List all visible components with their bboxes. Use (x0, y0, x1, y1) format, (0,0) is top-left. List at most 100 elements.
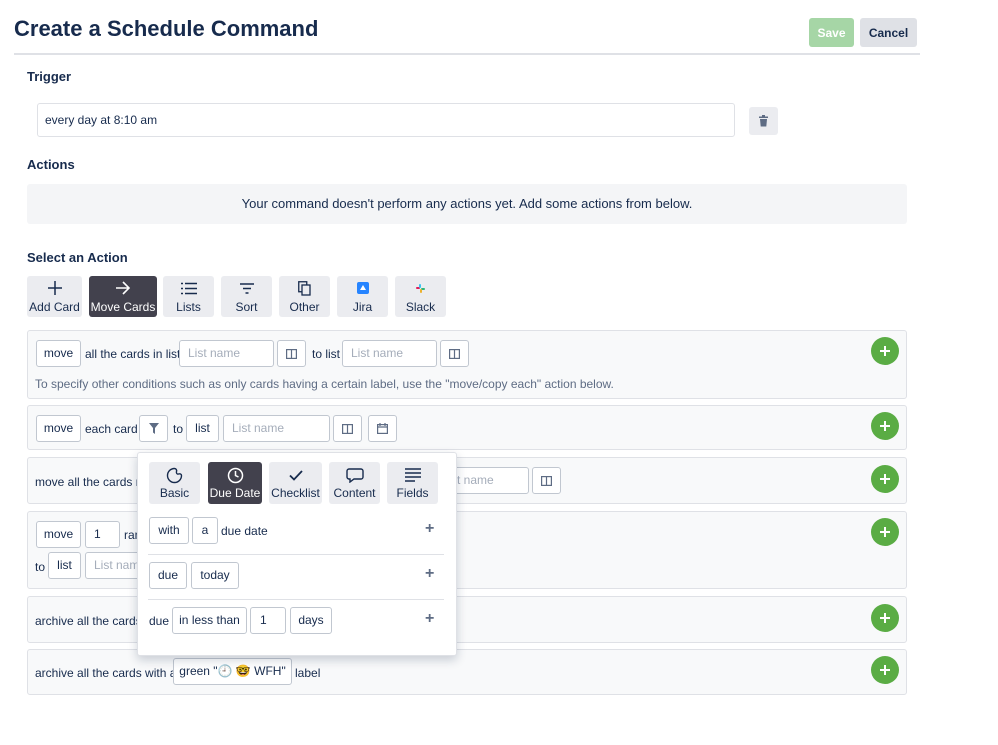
plus-icon (880, 665, 890, 675)
target-list-input[interactable]: List name (342, 340, 437, 367)
tab-sort[interactable]: Sort (221, 276, 272, 317)
add-action-button[interactable] (871, 465, 899, 493)
due-select[interactable]: due (149, 562, 187, 589)
filter-button[interactable] (139, 415, 168, 442)
tab-label: Move Cards (90, 299, 156, 314)
board-picker-button[interactable] (440, 340, 469, 367)
destination-type-select[interactable]: list (186, 415, 219, 442)
board-picker-button[interactable] (277, 340, 306, 367)
destination-type-select[interactable]: list (48, 552, 81, 579)
tab-label: Jira (352, 299, 373, 314)
popup-tab-label: Content (333, 486, 376, 500)
add-filter-plus-icon[interactable]: + (425, 610, 434, 628)
board-picker-button[interactable] (333, 415, 362, 442)
plus-icon (47, 280, 62, 297)
move-verb-select[interactable]: move (36, 521, 81, 548)
move-verb-select[interactable]: move (36, 415, 81, 442)
divider (148, 554, 444, 555)
comment-icon (345, 466, 364, 484)
actions-empty-message: Your command doesn't perform any actions… (27, 184, 907, 224)
add-filter-plus-icon[interactable]: + (425, 520, 434, 538)
divider (148, 599, 444, 600)
calendar-icon (377, 423, 388, 434)
filter-icon (148, 423, 159, 434)
columns-icon (286, 348, 297, 359)
plus-icon (880, 613, 890, 623)
due-when-select[interactable]: today (191, 562, 239, 589)
popup-row-text: due (149, 614, 170, 628)
row-text: archive all the cards with a (35, 666, 177, 680)
add-action-button[interactable] (871, 337, 899, 365)
add-action-button[interactable] (871, 604, 899, 632)
tab-slack[interactable]: Slack (395, 276, 446, 317)
row-note: To specify other conditions such as only… (35, 377, 614, 391)
row-text: all the cards in list (85, 347, 181, 361)
popup-tab-content[interactable]: Content (329, 462, 380, 504)
header-divider (14, 53, 920, 55)
slack-icon (415, 280, 426, 297)
add-filter-plus-icon[interactable]: + (425, 565, 434, 583)
action-row-move-all: move all the cards in list List name to … (27, 330, 907, 399)
popup-tab-label: Basic (159, 486, 190, 500)
list-name-input[interactable]: List name (179, 340, 274, 367)
popup-tab-checklist[interactable]: Checklist (269, 462, 322, 504)
add-action-button[interactable] (871, 518, 899, 546)
clock-icon (227, 466, 244, 484)
popup-tab-due-date[interactable]: Due Date (208, 462, 262, 504)
list-name-input[interactable]: List name (223, 415, 330, 442)
label-select[interactable]: green "🕘 🤓 WFH" (173, 658, 292, 685)
trash-icon (759, 115, 768, 127)
tab-jira[interactable]: Jira (337, 276, 388, 317)
columns-icon (541, 475, 552, 486)
board-picker-button[interactable] (532, 467, 561, 494)
delete-trigger-button[interactable] (749, 107, 778, 135)
add-action-button[interactable] (871, 412, 899, 440)
list-icon (180, 280, 197, 297)
popup-tab-label: Checklist (271, 486, 320, 500)
action-row-move-each: move each card to list List name (27, 405, 907, 450)
calendar-button[interactable] (368, 415, 397, 442)
tab-label: Add Card (29, 299, 80, 314)
lines-icon (404, 466, 421, 484)
add-action-button[interactable] (871, 656, 899, 684)
due-condition-select[interactable]: in less than (172, 607, 247, 634)
trigger-heading: Trigger (27, 69, 72, 84)
tab-label: Sort (235, 299, 258, 314)
select-action-heading: Select an Action (27, 250, 128, 265)
move-verb-select[interactable]: move (36, 340, 81, 367)
cancel-button[interactable]: Cancel (860, 18, 917, 47)
popup-tab-basic[interactable]: Basic (149, 462, 200, 504)
arrow-right-icon (115, 280, 131, 297)
popup-tab-label: Due Date (209, 486, 261, 500)
tab-lists[interactable]: Lists (163, 276, 214, 317)
popup-tab-fields[interactable]: Fields (387, 462, 438, 504)
page-title: Create a Schedule Command (14, 16, 319, 41)
save-button[interactable]: Save (809, 18, 854, 47)
check-icon (288, 466, 303, 484)
with-select[interactable]: with (149, 517, 189, 544)
tab-add-card[interactable]: Add Card (27, 276, 82, 317)
palette-icon (166, 466, 183, 484)
row-text: to (173, 422, 184, 436)
day-count-input[interactable]: 1 (250, 607, 286, 634)
copy-icon (298, 280, 311, 297)
jira-icon (356, 280, 369, 297)
tab-move-cards[interactable]: Move Cards (89, 276, 157, 317)
row-text: each card (85, 422, 138, 436)
sort-icon (239, 280, 254, 297)
count-input[interactable]: 1 (85, 521, 120, 548)
filter-popup: Basic Due Date Checklist Content Fields … (137, 452, 457, 656)
columns-icon (449, 348, 460, 359)
row-text: move all the cards m (35, 475, 146, 489)
list-name-input[interactable]: t name (448, 467, 529, 494)
popup-tab-label: Fields (396, 486, 429, 500)
row-text: label (295, 666, 321, 680)
row-text: to list (312, 347, 341, 361)
article-select[interactable]: a (192, 517, 218, 544)
row-text: archive all the cards (35, 614, 142, 628)
trigger-input[interactable]: every day at 8:10 am (37, 103, 735, 137)
time-unit-select[interactable]: days (290, 607, 332, 634)
tab-other[interactable]: Other (279, 276, 330, 317)
plus-icon (880, 527, 890, 537)
plus-icon (880, 421, 890, 431)
